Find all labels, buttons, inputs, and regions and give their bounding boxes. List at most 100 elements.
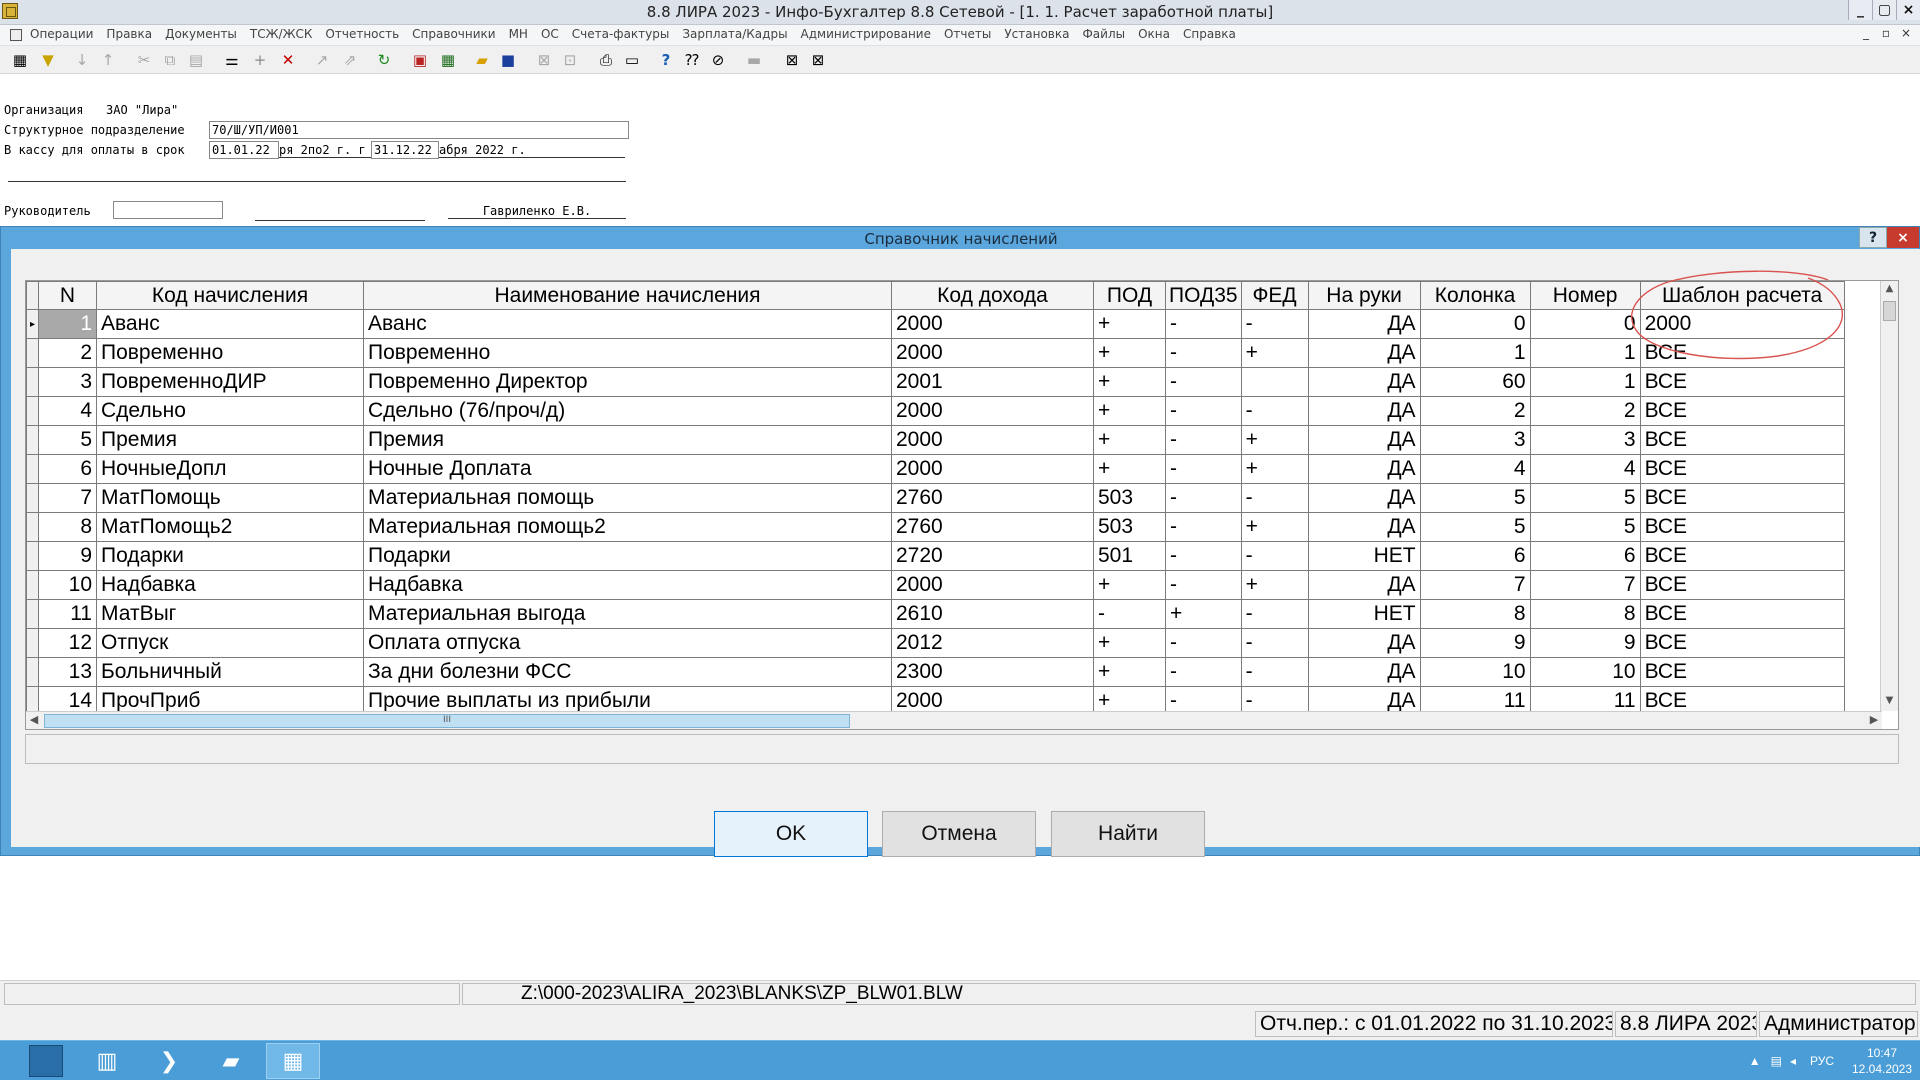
column-header[interactable]: На руки <box>1307 281 1421 310</box>
accruals-grid[interactable]: N Код начисления Наименование начисления Ко… <box>25 280 1899 730</box>
copy-icon[interactable]: ⧉ <box>160 50 180 70</box>
column-header[interactable]: ПОД35 <box>1165 281 1242 310</box>
preview-icon[interactable]: ▭ <box>622 50 642 70</box>
column-header[interactable]: Колонка <box>1419 281 1531 310</box>
cell-income[interactable]: 2720 <box>891 541 1094 571</box>
cell-code[interactable]: Отпуск <box>96 628 364 658</box>
cell-num[interactable]: 2 <box>1529 396 1641 426</box>
pdf-icon[interactable]: ▣ <box>410 50 430 70</box>
close-button[interactable]: × <box>1896 0 1920 20</box>
cell-pod[interactable]: + <box>1093 657 1166 687</box>
cell-pod35[interactable]: - <box>1165 425 1242 455</box>
clock[interactable]: 10:47 12.04.2023 <box>1844 1045 1920 1077</box>
print-icon[interactable]: ⎙ <box>596 50 616 70</box>
cell-n[interactable]: 3 <box>38 367 97 397</box>
cell-fed[interactable]: - <box>1240 599 1309 629</box>
cell-fed[interactable]: - <box>1240 483 1309 513</box>
table-row[interactable]: 8 МатПомощь2 Материальная помощь2 2760 503- +… <box>26 512 1845 542</box>
cell-tpl[interactable]: ВСЕ <box>1639 657 1845 687</box>
cell-income[interactable]: 2300 <box>891 657 1094 687</box>
row-indicator[interactable] <box>26 657 39 687</box>
cell-hands[interactable]: ДА <box>1307 338 1421 368</box>
cell-num[interactable]: 6 <box>1529 541 1641 571</box>
cell-num[interactable]: 9 <box>1529 628 1641 658</box>
cell-income[interactable]: 2000 <box>891 454 1094 484</box>
cell-fed[interactable]: + <box>1240 454 1309 484</box>
cell-fed[interactable]: - <box>1240 657 1309 687</box>
filter-icon[interactable]: ▼ <box>38 50 58 70</box>
navigate-icon[interactable]: ⊘ <box>708 50 728 70</box>
cell-name[interactable]: Материальная помощь2 <box>363 512 892 542</box>
cell-hands[interactable]: ДА <box>1307 628 1421 658</box>
mdi-close-button[interactable]: × <box>1896 26 1916 44</box>
cell-fed[interactable]: + <box>1240 338 1309 368</box>
menu-item[interactable]: Счета-фактуры <box>572 27 670 41</box>
cell-pod[interactable]: + <box>1093 628 1166 658</box>
table-row[interactable]: 11 МатВыг Материальная выгода 2610- + - НЕТ 8 8 В… <box>26 599 1845 629</box>
cell-n[interactable]: 6 <box>38 454 97 484</box>
move-all-icon[interactable]: ⇗ <box>340 50 360 70</box>
delete-row-icon[interactable]: ⚌ <box>222 50 242 70</box>
scroll-right-icon[interactable]: ▶ <box>1866 713 1882 726</box>
cell-pod35[interactable]: - <box>1165 367 1242 397</box>
cell-name[interactable]: Премия <box>363 425 892 455</box>
cell-pod[interactable]: 501 <box>1093 541 1166 571</box>
delete-icon[interactable]: ✕ <box>278 50 298 70</box>
cell-pod[interactable]: 503 <box>1093 483 1166 513</box>
document-icon[interactable] <box>10 29 22 41</box>
cell-tpl[interactable]: ВСЕ <box>1639 396 1845 426</box>
cell-col[interactable]: 1 <box>1419 338 1531 368</box>
vertical-scroll-thumb[interactable] <box>1883 301 1896 321</box>
cell-pod35[interactable]: - <box>1165 657 1242 687</box>
head-signature-field[interactable] <box>113 201 223 219</box>
cell-num[interactable]: 0 <box>1529 309 1641 339</box>
save-icon[interactable]: ■ <box>498 50 518 70</box>
cell-pod[interactable]: + <box>1093 367 1166 397</box>
cell-code[interactable]: Надбавка <box>96 570 364 600</box>
cell-num[interactable]: 4 <box>1529 454 1641 484</box>
cell-pod35[interactable]: - <box>1165 338 1242 368</box>
disabled-1-icon[interactable]: ⊠ <box>534 50 554 70</box>
table-row[interactable]: 5 Премия Премия 2000 + - + ДА 3 3 ВСЕ <box>26 425 1845 455</box>
row-indicator[interactable] <box>26 454 39 484</box>
cell-code[interactable]: МатПомощь <box>96 483 364 513</box>
cell-pod35[interactable]: - <box>1165 628 1242 658</box>
calculator-icon[interactable]: ▦ <box>10 50 30 70</box>
cell-pod35[interactable]: - <box>1165 570 1242 600</box>
cell-pod[interactable]: - <box>1093 599 1166 629</box>
cell-n[interactable]: 12 <box>38 628 97 658</box>
cell-num[interactable]: 1 <box>1529 367 1641 397</box>
row-indicator[interactable] <box>26 483 39 513</box>
menu-item[interactable]: Справочники <box>412 27 495 41</box>
cell-num[interactable]: 3 <box>1529 425 1641 455</box>
menu-item[interactable]: Операции <box>30 27 93 41</box>
help-icon[interactable]: ? <box>656 50 676 70</box>
disabled-3-icon[interactable]: ▬ <box>744 50 764 70</box>
row-indicator[interactable]: ▸ <box>26 309 39 339</box>
vertical-scrollbar[interactable]: ▲ ▼ <box>1880 281 1898 711</box>
cell-tpl[interactable]: ВСЕ <box>1639 599 1845 629</box>
dialog-close-button[interactable]: × <box>1887 227 1919 248</box>
cell-hands[interactable]: ДА <box>1307 396 1421 426</box>
row-indicator[interactable] <box>26 628 39 658</box>
cell-name[interactable]: Оплата отпуска <box>363 628 892 658</box>
cell-fed[interactable]: + <box>1240 512 1309 542</box>
cell-col[interactable]: 60 <box>1419 367 1531 397</box>
open-folder-icon[interactable]: ▰ <box>472 50 492 70</box>
cell-tpl[interactable]: ВСЕ <box>1639 570 1845 600</box>
cell-name[interactable]: Сдельно (76/проч/д) <box>363 396 892 426</box>
row-indicator[interactable] <box>26 599 39 629</box>
find-button[interactable]: Найти <box>1051 811 1205 857</box>
table-row[interactable]: 13 Больничный За дни болезни ФСС 2300 + - - ДА 1… <box>26 657 1845 687</box>
column-header[interactable]: N <box>38 281 97 310</box>
menu-item[interactable]: Правка <box>106 27 152 41</box>
table-row[interactable]: 6 НочныеДопл Ночные Доплата 2000 + - + ДА 4 4 ВСЕ <box>26 454 1845 484</box>
cell-fed[interactable]: - <box>1240 396 1309 426</box>
volume-icon[interactable]: ◂ <box>1790 1054 1796 1068</box>
cell-pod35[interactable]: - <box>1165 512 1242 542</box>
cell-income[interactable]: 2000 <box>891 396 1094 426</box>
scroll-left-icon[interactable]: ◀ <box>26 713 42 726</box>
cell-n[interactable]: 9 <box>38 541 97 571</box>
cell-hands[interactable]: ДА <box>1307 454 1421 484</box>
cell-name[interactable]: За дни болезни ФСС <box>363 657 892 687</box>
